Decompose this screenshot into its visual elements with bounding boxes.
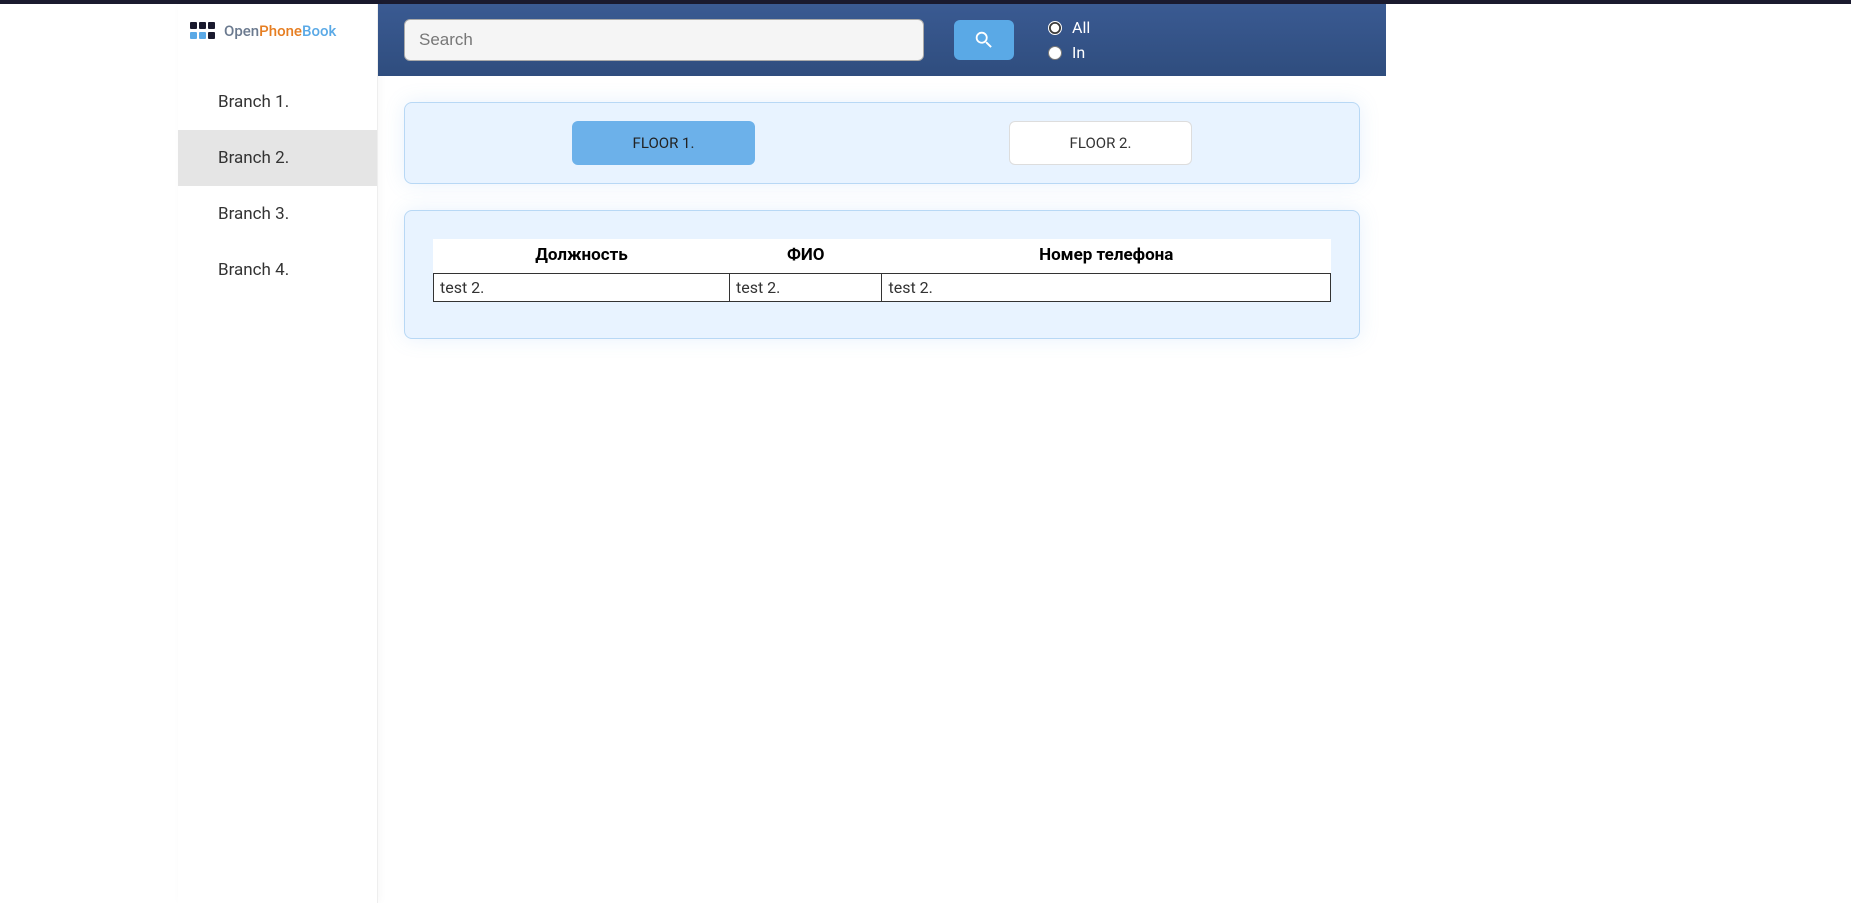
radio-all[interactable]: All xyxy=(1048,18,1090,37)
radio-in[interactable]: In xyxy=(1048,43,1090,62)
search-icon xyxy=(973,29,995,51)
sidebar-item-branch-1[interactable]: Branch 1. xyxy=(178,74,377,130)
app-container: OpenPhoneBook Branch 1. Branch 2. Branch… xyxy=(0,4,1851,903)
radio-in-input[interactable] xyxy=(1048,46,1062,60)
th-position: Должность xyxy=(434,239,730,274)
header-bar: All In xyxy=(378,4,1386,76)
logo-text: OpenPhoneBook xyxy=(224,22,336,40)
radio-all-label: All xyxy=(1072,18,1090,37)
tab-floor-2[interactable]: FLOOR 2. xyxy=(1009,121,1193,165)
th-phone: Номер телефона xyxy=(882,239,1331,274)
radio-in-label: In xyxy=(1072,43,1085,62)
main-area: All In FLOOR 1. FLOOR 2. Должность xyxy=(378,4,1386,903)
radio-all-input[interactable] xyxy=(1048,21,1062,35)
logo[interactable]: OpenPhoneBook xyxy=(178,4,377,54)
sidebar-item-branch-4[interactable]: Branch 4. xyxy=(178,242,377,298)
content: FLOOR 1. FLOOR 2. Должность ФИО Номер те… xyxy=(378,76,1386,365)
logo-part-phone: Phone xyxy=(259,22,302,40)
branch-list: Branch 1. Branch 2. Branch 3. Branch 4. xyxy=(178,54,377,298)
search-scope-radio-group: All In xyxy=(1048,18,1090,62)
cell-phone: test 2. xyxy=(882,274,1331,302)
tab-floor-1[interactable]: FLOOR 1. xyxy=(572,121,756,165)
sidebar: OpenPhoneBook Branch 1. Branch 2. Branch… xyxy=(178,4,378,903)
logo-icon xyxy=(190,22,218,40)
sidebar-item-branch-3[interactable]: Branch 3. xyxy=(178,186,377,242)
cell-position: test 2. xyxy=(434,274,730,302)
table-panel: Должность ФИО Номер телефона test 2. tes… xyxy=(404,210,1360,339)
contacts-table: Должность ФИО Номер телефона test 2. tes… xyxy=(433,239,1331,302)
th-name: ФИО xyxy=(730,239,882,274)
table-header-row: Должность ФИО Номер телефона xyxy=(434,239,1331,274)
search-button[interactable] xyxy=(954,20,1014,60)
sidebar-item-branch-2[interactable]: Branch 2. xyxy=(178,130,377,186)
table-row[interactable]: test 2. test 2. test 2. xyxy=(434,274,1331,302)
search-input[interactable] xyxy=(404,19,924,61)
logo-part-book: Book xyxy=(302,22,336,40)
floor-tabs: FLOOR 1. FLOOR 2. xyxy=(404,102,1360,184)
logo-part-open: Open xyxy=(224,22,259,40)
cell-name: test 2. xyxy=(730,274,882,302)
